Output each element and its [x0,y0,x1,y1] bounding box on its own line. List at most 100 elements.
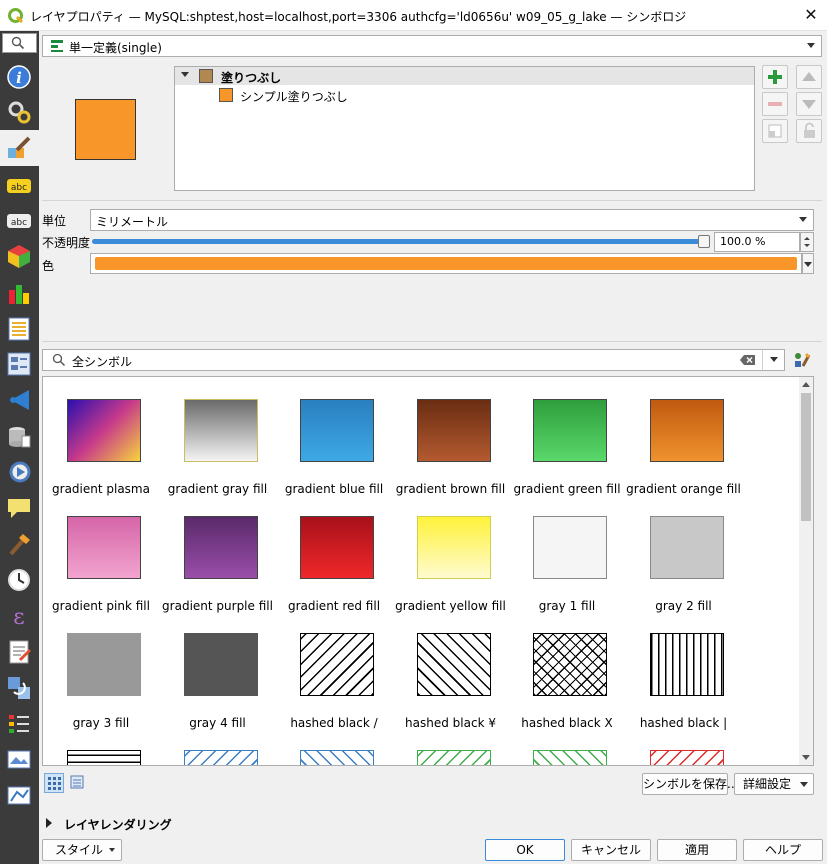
sidebar-item-legend-icon[interactable] [5,710,33,738]
symbol-item[interactable]: hashed black | [626,611,742,730]
style-button[interactable]: スタイル [42,839,122,861]
symbol-swatch [649,399,724,462]
close-window-button[interactable]: ✕ [800,4,822,26]
symbol-swatch [416,633,491,696]
cancel-button[interactable]: キャンセル [571,839,651,861]
sidebar-item-actions-icon[interactable] [5,458,33,486]
unit-dropdown[interactable]: ミリメートル [90,209,814,231]
apply-button[interactable]: 適用 [657,839,737,861]
sidebar-item-qgis-server-icon[interactable] [5,746,33,774]
clear-icon[interactable] [740,354,756,366]
tree-row-fill[interactable]: 塗りつぶし [175,67,754,85]
sidebar-item-information-icon[interactable]: i [5,63,33,91]
symbol-item[interactable] [509,728,625,765]
style-manager-icon[interactable] [793,351,811,369]
window-title: レイヤプロパティ — MySQL:shptest,host=localhost,… [30,10,687,24]
scroll-up-arrow-icon[interactable] [802,382,810,387]
symbol-item[interactable] [43,728,159,765]
scrollbar-thumb[interactable] [801,393,811,521]
sidebar-item-auxiliary-storage-icon[interactable] [5,422,33,450]
expand-arrow-icon[interactable] [46,818,52,828]
symbol-item[interactable]: gray 4 fill [160,611,276,730]
sidebar-item-diagrams-icon[interactable] [5,280,33,308]
symbol-library-grid: gradient plasma gradient gray fill gradien… [42,376,814,766]
list-view-button[interactable] [68,773,88,793]
chevron-down-icon[interactable] [770,357,778,362]
symbol-item[interactable]: gradient green fill [509,377,625,496]
symbol-item[interactable]: gradient orange fill [626,377,742,496]
duplicate-layer-button[interactable] [762,119,788,143]
sidebar-search-input[interactable] [2,33,37,53]
opacity-slider-track[interactable] [92,239,708,244]
opacity-stepper[interactable] [800,232,814,252]
sidebar-item-attributes-form-icon[interactable] [5,350,33,378]
sidebar-item-joins-icon[interactable] [5,386,33,414]
symbol-swatch [533,399,607,462]
minus-icon [768,102,782,106]
symbol-item[interactable]: gradient plasma [43,377,159,496]
arrow-up-icon [802,72,816,81]
tree-row-simple-fill[interactable]: シンプル塗りつぶし [175,86,754,104]
sidebar-item-source-icon[interactable] [5,98,33,126]
color-menu-button[interactable] [802,253,814,274]
symbol-item[interactable]: gradient blue fill [276,377,392,496]
scroll-down-arrow-icon[interactable] [802,755,810,760]
symbol-item[interactable] [160,728,276,765]
symbol-item[interactable]: gray 3 fill [43,611,159,730]
color-button[interactable] [90,253,802,274]
sidebar-item-digitizing-icon[interactable] [5,782,33,810]
opacity-value: 100.0 % [720,235,766,248]
symbol-item[interactable]: gradient purple fill [160,494,276,613]
move-down-button[interactable] [796,92,822,116]
move-up-button[interactable] [796,65,822,89]
symbol-item[interactable]: gradient gray fill [160,377,276,496]
symbol-item[interactable]: gradient pink fill [43,494,159,613]
grid-scrollbar[interactable] [799,377,813,765]
search-icon [52,353,66,367]
layer-rendering-toggle[interactable]: レイヤレンダリング [64,816,172,833]
symbol-swatch [416,516,491,579]
symbol-swatch [67,750,141,765]
save-symbol-button[interactable]: シンボルを保存... [642,773,738,795]
sidebar-item-temporal-icon[interactable] [5,566,33,594]
expand-arrow-icon[interactable] [181,72,189,77]
symbol-item[interactable]: gray 1 fill [509,494,625,613]
symbol-item[interactable]: hashed black / [276,611,392,730]
opacity-slider-fill [92,239,700,244]
plus-icon [768,70,782,84]
sidebar-item-variables-icon[interactable]: ε [5,602,33,630]
sidebar-item-dependencies-icon[interactable] [5,674,33,702]
symbol-item[interactable]: hashed black X [509,611,625,730]
symbol-item[interactable]: gradient yellow fill [393,494,509,613]
symbol-item[interactable]: gray 2 fill [626,494,742,613]
remove-symbol-layer-button[interactable] [762,92,788,116]
duplicate-icon [768,124,782,138]
opacity-spinbox[interactable]: 100.0 % [714,232,800,252]
sidebar-item-metadata-icon[interactable] [5,638,33,666]
simple-fill-swatch-icon [219,88,233,102]
symbol-item[interactable] [626,728,742,765]
lock-layer-button[interactable] [796,119,822,143]
symbol-item[interactable]: gradient red fill [276,494,392,613]
divider [42,341,822,342]
sidebar-item-rendering-icon[interactable] [5,530,33,558]
symbol-search-input[interactable]: 全シンボル [42,349,785,371]
sidebar-item-3d-view-icon[interactable] [5,242,33,270]
symbol-item[interactable]: gradient brown fill [393,377,509,496]
help-button[interactable]: ヘルプ [743,839,823,861]
symbol-item[interactable] [393,728,509,765]
sidebar-item-fields-icon[interactable] [5,315,33,343]
opacity-slider-handle[interactable] [698,235,710,248]
symbol-swatch [183,516,258,579]
add-symbol-layer-button[interactable] [762,65,788,89]
ok-button[interactable]: OK [485,839,565,861]
icon-view-button[interactable] [44,773,64,793]
sidebar-item-display-icon[interactable] [5,494,33,522]
renderer-type-dropdown[interactable]: 単一定義(single) [42,35,822,57]
sidebar-item-symbology-icon[interactable] [5,134,33,162]
sidebar-item-labels-icon[interactable]: abc [5,172,33,200]
advanced-button[interactable]: 詳細設定 [734,773,814,795]
symbol-item[interactable]: hashed black ¥ [393,611,509,730]
symbol-item[interactable] [276,728,392,765]
sidebar-item-masks-icon[interactable]: abc [5,207,33,235]
